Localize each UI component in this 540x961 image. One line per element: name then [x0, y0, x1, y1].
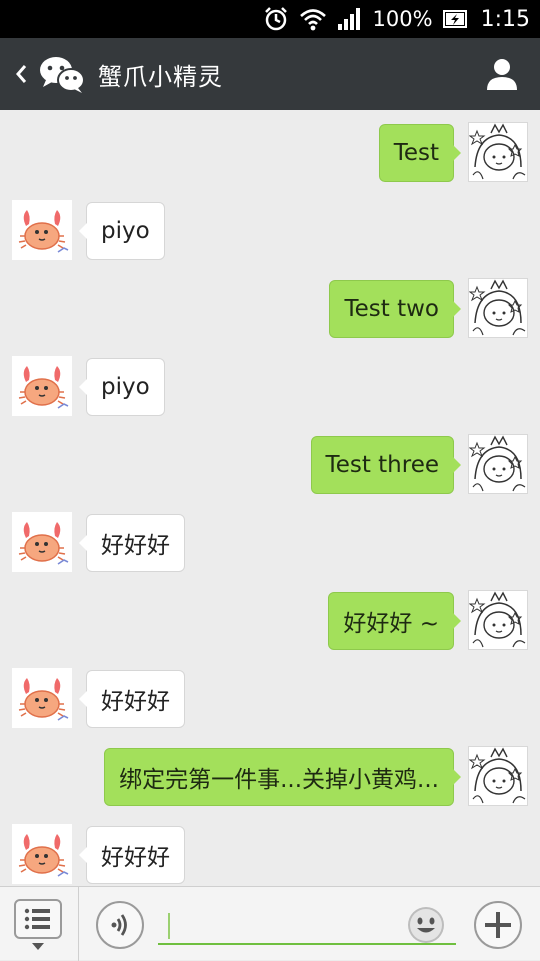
- outgoing-message: Test: [0, 112, 540, 182]
- contact-avatar[interactable]: [12, 824, 72, 884]
- message-bubble[interactable]: Test three: [310, 436, 462, 494]
- self-avatar[interactable]: [468, 434, 528, 494]
- wifi-icon: [299, 7, 327, 31]
- outgoing-message: 好好好 ~: [0, 580, 540, 650]
- message-bubble[interactable]: 好好好 ~: [328, 592, 461, 650]
- text-cursor: [168, 913, 170, 939]
- outgoing-message: 绑定完第一件事...关掉小黄鸡...: [0, 736, 540, 806]
- battery-charging-icon: [442, 9, 467, 29]
- person-icon[interactable]: [484, 56, 520, 92]
- outgoing-message: Test two: [0, 268, 540, 338]
- self-avatar[interactable]: [468, 122, 528, 182]
- incoming-message: 好好好: [0, 814, 540, 884]
- self-avatar[interactable]: [468, 278, 528, 338]
- chat-header: 蟹爪小精灵: [0, 38, 540, 110]
- alarm-icon: [263, 6, 289, 32]
- contact-avatar[interactable]: [12, 668, 72, 728]
- message-bubble[interactable]: Test two: [329, 280, 461, 338]
- self-avatar[interactable]: [468, 746, 528, 806]
- plus-icon[interactable]: [474, 901, 522, 949]
- message-bubble[interactable]: 好好好: [79, 514, 185, 572]
- self-avatar[interactable]: [468, 590, 528, 650]
- menu-list-icon[interactable]: [14, 899, 62, 939]
- message-bubble[interactable]: piyo: [79, 358, 165, 416]
- message-bubble[interactable]: Test: [378, 124, 462, 182]
- contact-avatar[interactable]: [12, 200, 72, 260]
- chat-message-list[interactable]: Test piyo Test two piyo Test three 好好好 好好好 ~ 好好…: [0, 110, 540, 886]
- message-bubble[interactable]: 好好好: [79, 670, 185, 728]
- outgoing-message: Test three: [0, 424, 540, 494]
- divider: [78, 887, 79, 961]
- incoming-message: piyo: [0, 190, 540, 260]
- input-bar: [0, 886, 540, 961]
- contact-avatar[interactable]: [12, 356, 72, 416]
- contact-avatar[interactable]: [12, 512, 72, 572]
- incoming-message: 好好好: [0, 502, 540, 572]
- status-time: 1:15: [480, 6, 530, 32]
- wechat-icon: [38, 52, 88, 96]
- emoji-icon[interactable]: [402, 901, 450, 949]
- chevron-left-icon[interactable]: [6, 38, 36, 110]
- chevron-down-icon: [32, 943, 44, 950]
- voice-icon[interactable]: [96, 901, 144, 949]
- message-bubble[interactable]: 绑定完第一件事...关掉小黄鸡...: [104, 748, 461, 806]
- incoming-message: piyo: [0, 346, 540, 416]
- signal-icon: [337, 7, 363, 31]
- chat-title: 蟹爪小精灵: [98, 62, 223, 91]
- battery-percent: 100%: [372, 7, 433, 31]
- status-bar: 100% 1:15: [0, 0, 540, 38]
- message-bubble[interactable]: piyo: [79, 202, 165, 260]
- incoming-message: 好好好: [0, 658, 540, 728]
- message-bubble[interactable]: 好好好: [79, 826, 185, 884]
